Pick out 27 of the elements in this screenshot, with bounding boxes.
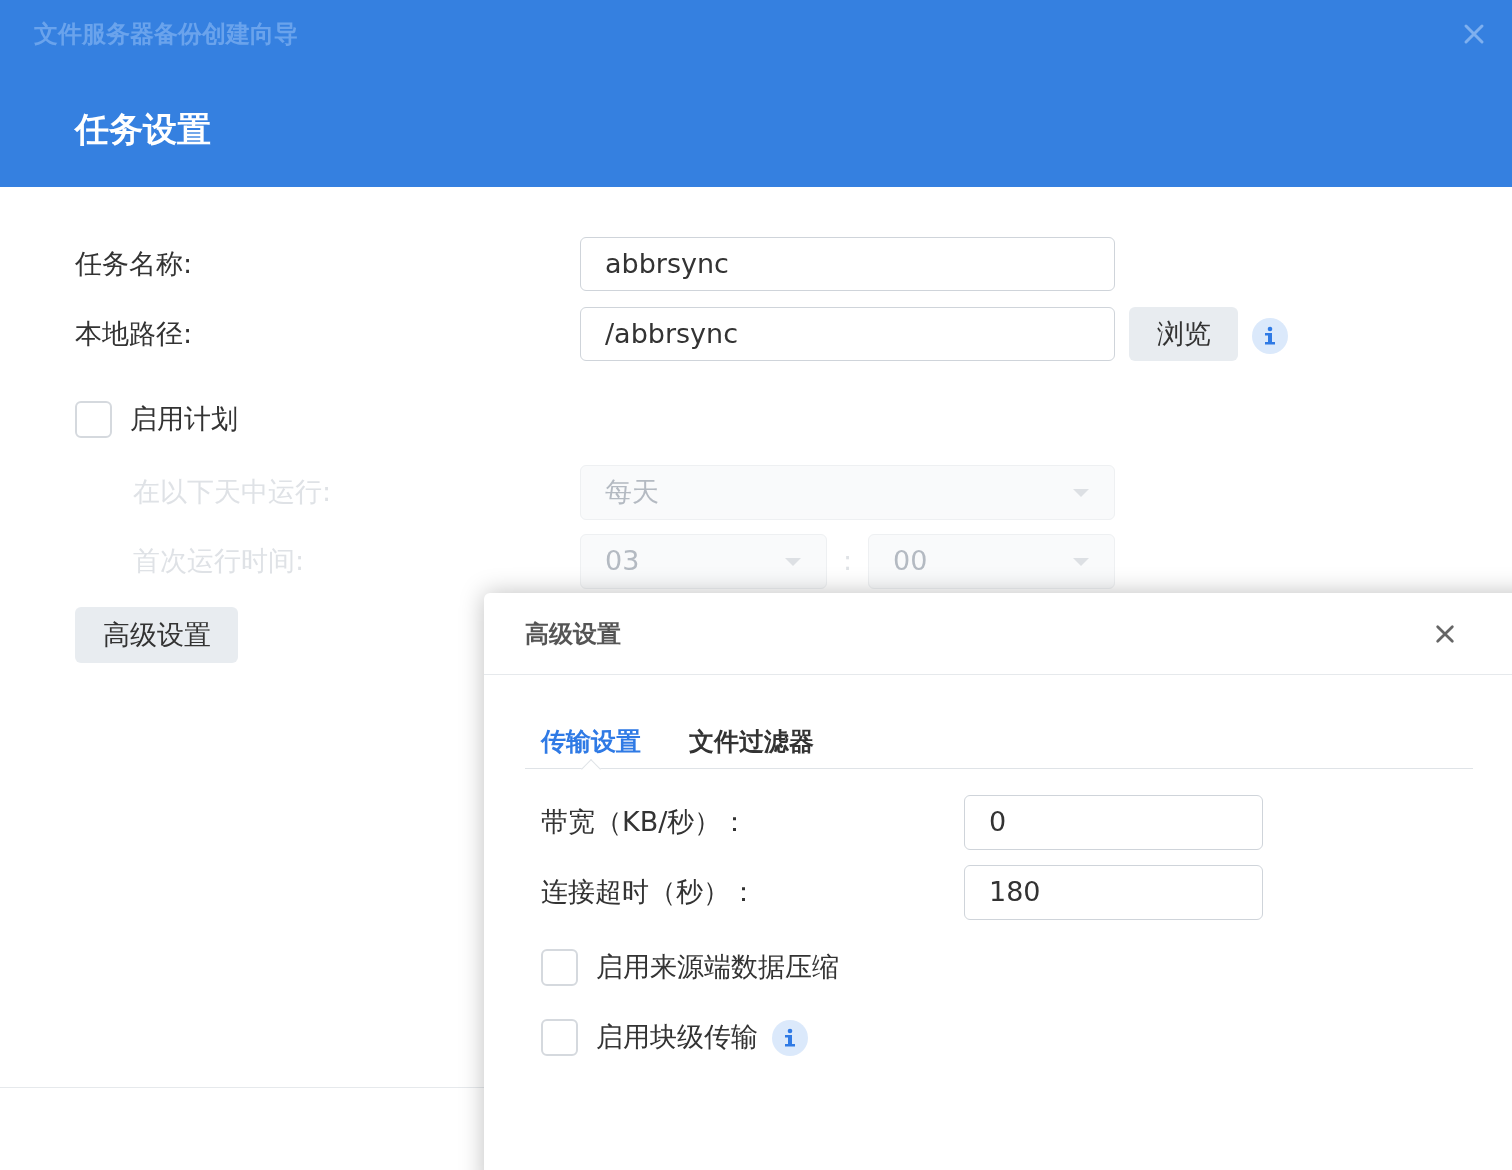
caret-icon	[1072, 556, 1090, 567]
checkbox-label: 启用来源端数据压缩	[596, 949, 839, 984]
info-icon[interactable]	[1252, 318, 1288, 354]
close-icon[interactable]	[1434, 622, 1456, 645]
checkbox-label: 启用计划	[130, 401, 238, 436]
text-field[interactable]: abbrsync	[580, 237, 1115, 291]
checkbox[interactable]	[75, 400, 112, 438]
text-field[interactable]: /abbrsync	[580, 307, 1115, 361]
caret-icon	[784, 556, 802, 567]
info-icon[interactable]	[772, 1020, 808, 1056]
checkbox[interactable]	[541, 948, 578, 986]
text-field[interactable]: 180	[964, 865, 1263, 920]
field-label: 连接超时（秒）：	[541, 875, 758, 910]
advanced-settings-button[interactable]: 高级设置	[75, 607, 238, 663]
text-field[interactable]: 0	[964, 795, 1263, 850]
checkbox[interactable]	[541, 1018, 578, 1056]
field-label: 带宽（KB/秒）：	[541, 805, 750, 840]
tab[interactable]: 传输设置	[541, 716, 641, 768]
field-label: 本地路径:	[75, 316, 194, 351]
checkbox-label: 启用块级传输	[596, 1019, 758, 1054]
time-separator: :	[841, 544, 854, 579]
page-title: 任务设置	[75, 108, 211, 151]
tab[interactable]: 文件过滤器	[689, 716, 814, 768]
caret-icon	[1072, 487, 1090, 498]
field-label: 任务名称:	[75, 246, 194, 281]
browse-button[interactable]: 浏览	[1129, 307, 1238, 361]
dialog-title: 高级设置	[525, 618, 621, 650]
